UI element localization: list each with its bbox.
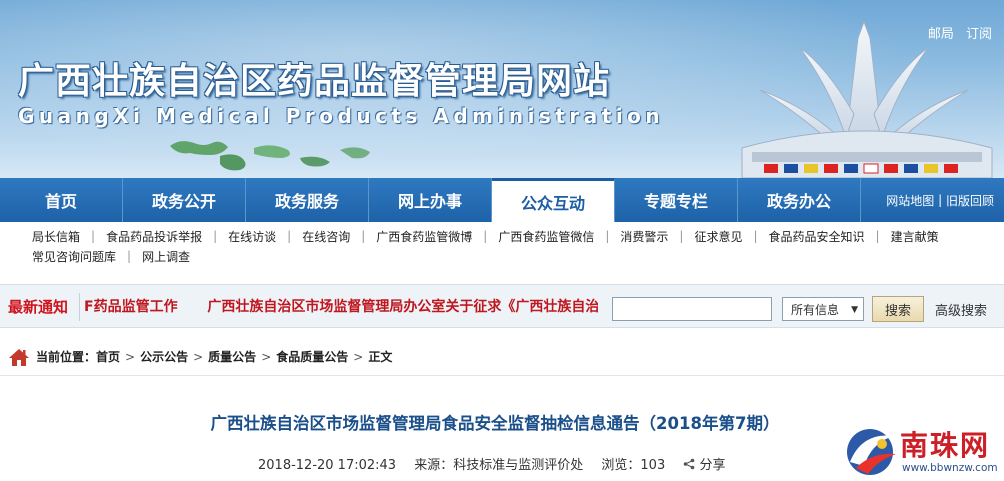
watermark-text: 南珠网 <box>900 429 991 462</box>
breadcrumb-current: 正文 <box>368 350 393 364</box>
nav-online-services[interactable]: 网上办事 <box>369 178 492 222</box>
notice-divider <box>79 293 80 321</box>
sub-nav: 局长信箱 | 食品药品投诉举报 | 在线访谈 | 在线咨询 | 广西食药监管微博 | 广西食药监管微… <box>0 222 1004 270</box>
watermark-url: www.bbwnzw.com <box>902 462 998 474</box>
nav-special-topics[interactable]: 专题专栏 <box>615 178 738 222</box>
breadcrumb-quality-notices[interactable]: 质量公告 <box>208 348 256 365</box>
sub-nav-item[interactable]: 广西食药监管微博 <box>376 228 472 245</box>
main-nav: 首页 政务公开 政务服务 网上办事 公众互动 专题专栏 政务办公 网站地图 | … <box>0 178 1004 222</box>
notice-item[interactable]: 广西壮族自治区市场监督管理局办公室关于征求《广西壮族自治 <box>207 299 598 315</box>
notice-marquee: F药品监管工作 广西壮族自治区市场监督管理局办公室关于征求《广西壮族自治 <box>84 296 598 318</box>
sub-nav-item[interactable]: 在线咨询 <box>302 228 350 245</box>
article-meta: 2018-12-20 17:02:43 来源：科技标准与监测评价处 浏览：103… <box>258 454 726 473</box>
sub-nav-item[interactable]: 食品药品投诉举报 <box>106 228 202 245</box>
breadcrumb: 当前位置： 首页 > 公示公告 > 质量公告 > 食品质量公告 > 正文 <box>0 338 1004 376</box>
sub-nav-separator: | <box>361 229 366 243</box>
breadcrumb-separator: > <box>125 349 136 364</box>
article-views-label: 浏览： <box>601 458 641 473</box>
search-scope-select[interactable]: 所有信息 ▼ <box>782 297 864 321</box>
breadcrumb-separator: > <box>193 349 204 364</box>
nav-extra-links: 网站地图 | 旧版回顾 <box>861 178 1004 222</box>
nav-government-services[interactable]: 政务服务 <box>246 178 369 222</box>
sub-nav-separator: | <box>679 229 684 243</box>
sub-nav-item[interactable]: 广西食药监管微信 <box>498 228 594 245</box>
site-title: 广西壮族自治区药品监督管理局网站 <box>18 61 611 102</box>
breadcrumb-home[interactable]: 首页 <box>96 348 120 365</box>
sub-nav-item[interactable]: 在线访谈 <box>228 228 276 245</box>
sub-nav-item[interactable]: 常见咨询问题库 <box>32 248 116 265</box>
sub-nav-separator: | <box>213 229 218 243</box>
notice-item[interactable]: F药品监管工作 <box>84 299 178 315</box>
sitemap-link[interactable]: 网站地图 <box>886 192 934 209</box>
article-source-label: 来源： <box>414 458 454 473</box>
breadcrumb-public-notices[interactable]: 公示公告 <box>140 348 188 365</box>
nav-government-affairs[interactable]: 政务公开 <box>123 178 246 222</box>
article-source: 科技标准与监测评价处 <box>453 458 584 473</box>
search-input[interactable] <box>612 297 772 321</box>
chevron-down-icon: ▼ <box>851 305 858 315</box>
article-views: 103 <box>640 458 666 473</box>
watermark: 南珠网 www.bbwnzw.com <box>842 422 1004 481</box>
share-icon <box>684 458 695 470</box>
sub-nav-separator: | <box>483 229 488 243</box>
nav-extra-separator: | <box>934 193 946 207</box>
sub-nav-separator: | <box>91 229 96 243</box>
sub-nav-separator: | <box>875 229 880 243</box>
sub-nav-item[interactable]: 消费警示 <box>620 228 668 245</box>
breadcrumb-separator: > <box>261 349 272 364</box>
sub-nav-item[interactable]: 食品药品安全知识 <box>769 228 865 245</box>
share-button[interactable]: 分享 <box>683 458 726 473</box>
watermark-logo <box>847 429 896 475</box>
convention-center-graphic <box>741 20 993 178</box>
breadcrumb-label: 当前位置： <box>36 350 97 364</box>
sub-nav-row: 局长信箱 | 食品药品投诉举报 | 在线访谈 | 在线咨询 | 广西食药监管微博 | 广西食药监管微… <box>32 226 1004 246</box>
notice-search-bar: 最新通知 F药品监管工作 广西壮族自治区市场监督管理局办公室关于征求《广西壮族自… <box>0 284 1004 328</box>
share-label: 分享 <box>699 458 726 473</box>
breadcrumb-separator: > <box>353 349 364 364</box>
asean-map-graphic <box>170 141 370 171</box>
nav-office[interactable]: 政务办公 <box>738 178 861 222</box>
nav-public-interaction[interactable]: 公众互动 <box>492 178 615 222</box>
sub-nav-item[interactable]: 网上调查 <box>142 248 190 265</box>
home-icon <box>9 348 29 366</box>
search-button[interactable]: 搜索 <box>872 296 924 322</box>
sub-nav-separator: | <box>287 229 292 243</box>
advanced-search-link[interactable]: 高级搜索 <box>935 300 987 319</box>
sub-nav-row: 常见咨询问题库 | 网上调查 <box>32 246 1004 266</box>
search-scope-value: 所有信息 <box>791 302 840 317</box>
article-datetime: 2018-12-20 17:02:43 <box>258 458 397 473</box>
site-subtitle: GuangXi Medical Products Administration <box>18 104 665 128</box>
sub-nav-item[interactable]: 局长信箱 <box>32 228 80 245</box>
site-header: 广西壮族自治区药品监督管理局网站 GuangXi Medical Product… <box>0 0 1004 178</box>
breadcrumb-food-quality-notices[interactable]: 食品质量公告 <box>276 348 348 365</box>
latest-notice-label: 最新通知 <box>8 298 69 316</box>
sub-nav-separator: | <box>605 229 610 243</box>
sub-nav-separator: | <box>127 249 132 263</box>
sub-nav-item[interactable]: 建言献策 <box>891 228 939 245</box>
nav-home[interactable]: 首页 <box>0 178 123 222</box>
sub-nav-item[interactable]: 征求意见 <box>694 228 742 245</box>
old-version-link[interactable]: 旧版回顾 <box>946 192 994 209</box>
sub-nav-separator: | <box>753 229 758 243</box>
